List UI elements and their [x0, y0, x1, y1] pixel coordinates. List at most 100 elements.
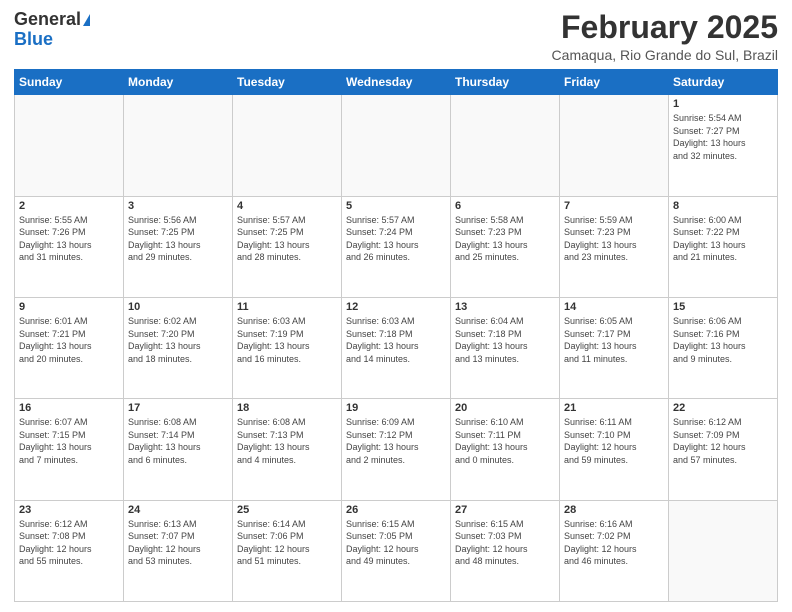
week-row-0: 1 Sunrise: 5:54 AMSunset: 7:27 PMDaylight… — [15, 95, 778, 196]
day-info: Sunrise: 5:54 AMSunset: 7:27 PMDaylight:… — [673, 112, 773, 162]
day-cell: 23 Sunrise: 6:12 AMSunset: 7:08 PMDayligh… — [15, 500, 124, 601]
day-number: 23 — [19, 504, 119, 516]
title-block: February 2025 Camaqua, Rio Grande do Sul… — [552, 10, 778, 63]
day-cell: 22 Sunrise: 6:12 AMSunset: 7:09 PMDayligh… — [669, 399, 778, 500]
day-number: 5 — [346, 200, 446, 212]
day-cell: 25 Sunrise: 6:14 AMSunset: 7:06 PMDayligh… — [233, 500, 342, 601]
day-info: Sunrise: 6:08 AMSunset: 7:13 PMDaylight:… — [237, 416, 337, 466]
day-info: Sunrise: 5:57 AMSunset: 7:25 PMDaylight:… — [237, 214, 337, 264]
day-cell: 20 Sunrise: 6:10 AMSunset: 7:11 PMDayligh… — [451, 399, 560, 500]
day-cell — [233, 95, 342, 196]
day-cell: 13Sunrise: 6:04 AMSunset: 7:18 PMDayligh… — [451, 297, 560, 398]
day-number: 8 — [673, 200, 773, 212]
page: General Blue February 2025 Camaqua, Rio … — [0, 0, 792, 612]
day-info: Sunrise: 6:15 AMSunset: 7:03 PMDaylight:… — [455, 518, 555, 568]
logo-triangle-icon — [83, 14, 90, 26]
day-info: Sunrise: 6:00 AMSunset: 7:22 PMDaylight:… — [673, 214, 773, 264]
day-cell — [451, 95, 560, 196]
weekday-monday: Monday — [124, 70, 233, 95]
week-row-3: 16 Sunrise: 6:07 AMSunset: 7:15 PMDayligh… — [15, 399, 778, 500]
day-number: 21 — [564, 402, 664, 414]
day-cell: 18 Sunrise: 6:08 AMSunset: 7:13 PMDayligh… — [233, 399, 342, 500]
day-number: 20 — [455, 402, 555, 414]
day-number: 1 — [673, 98, 773, 110]
day-cell: 21 Sunrise: 6:11 AMSunset: 7:10 PMDayligh… — [560, 399, 669, 500]
day-info: Sunrise: 5:56 AMSunset: 7:25 PMDaylight:… — [128, 214, 228, 264]
day-number: 26 — [346, 504, 446, 516]
day-info: Sunrise: 6:12 AMSunset: 7:09 PMDaylight:… — [673, 416, 773, 466]
day-number: 25 — [237, 504, 337, 516]
day-info: Sunrise: 6:11 AMSunset: 7:10 PMDaylight:… — [564, 416, 664, 466]
weekday-thursday: Thursday — [451, 70, 560, 95]
day-cell: 24Sunrise: 6:13 AMSunset: 7:07 PMDayligh… — [124, 500, 233, 601]
day-cell — [124, 95, 233, 196]
day-info: Sunrise: 6:07 AMSunset: 7:15 PMDaylight:… — [19, 416, 119, 466]
day-info: Sunrise: 5:58 AMSunset: 7:23 PMDaylight:… — [455, 214, 555, 264]
day-number: 3 — [128, 200, 228, 212]
week-row-2: 9 Sunrise: 6:01 AMSunset: 7:21 PMDaylight… — [15, 297, 778, 398]
day-cell: 14Sunrise: 6:05 AMSunset: 7:17 PMDayligh… — [560, 297, 669, 398]
logo-general: General — [14, 9, 81, 29]
day-info: Sunrise: 6:14 AMSunset: 7:06 PMDaylight:… — [237, 518, 337, 568]
day-cell: 17 Sunrise: 6:08 AMSunset: 7:14 PMDayligh… — [124, 399, 233, 500]
logo-line2: Blue — [14, 30, 53, 50]
weekday-wednesday: Wednesday — [342, 70, 451, 95]
day-cell: 5 Sunrise: 5:57 AMSunset: 7:24 PMDaylight… — [342, 196, 451, 297]
day-info: Sunrise: 6:06 AMSunset: 7:16 PMDaylight:… — [673, 315, 773, 365]
day-number: 27 — [455, 504, 555, 516]
day-cell: 3 Sunrise: 5:56 AMSunset: 7:25 PMDaylight… — [124, 196, 233, 297]
logo: General Blue — [14, 10, 90, 50]
day-cell: 26 Sunrise: 6:15 AMSunset: 7:05 PMDayligh… — [342, 500, 451, 601]
day-cell: 1 Sunrise: 5:54 AMSunset: 7:27 PMDaylight… — [669, 95, 778, 196]
day-number: 28 — [564, 504, 664, 516]
calendar-table: SundayMondayTuesdayWednesdayThursdayFrid… — [14, 69, 778, 602]
location-title: Camaqua, Rio Grande do Sul, Brazil — [552, 47, 778, 63]
day-info: Sunrise: 5:57 AMSunset: 7:24 PMDaylight:… — [346, 214, 446, 264]
logo-line1: General — [14, 10, 90, 30]
weekday-saturday: Saturday — [669, 70, 778, 95]
day-cell — [669, 500, 778, 601]
day-number: 22 — [673, 402, 773, 414]
day-cell: 2Sunrise: 5:55 AMSunset: 7:26 PMDaylight… — [15, 196, 124, 297]
day-info: Sunrise: 6:03 AMSunset: 7:19 PMDaylight:… — [237, 315, 337, 365]
day-cell: 6 Sunrise: 5:58 AMSunset: 7:23 PMDaylight… — [451, 196, 560, 297]
day-number: 18 — [237, 402, 337, 414]
day-number: 4 — [237, 200, 337, 212]
day-number: 9 — [19, 301, 119, 313]
day-cell — [560, 95, 669, 196]
week-row-1: 2Sunrise: 5:55 AMSunset: 7:26 PMDaylight… — [15, 196, 778, 297]
day-cell — [342, 95, 451, 196]
day-info: Sunrise: 6:09 AMSunset: 7:12 PMDaylight:… — [346, 416, 446, 466]
weekday-sunday: Sunday — [15, 70, 124, 95]
day-number: 6 — [455, 200, 555, 212]
day-cell: 9 Sunrise: 6:01 AMSunset: 7:21 PMDaylight… — [15, 297, 124, 398]
weekday-tuesday: Tuesday — [233, 70, 342, 95]
weekday-header-row: SundayMondayTuesdayWednesdayThursdayFrid… — [15, 70, 778, 95]
day-info: Sunrise: 5:59 AMSunset: 7:23 PMDaylight:… — [564, 214, 664, 264]
day-info: Sunrise: 6:12 AMSunset: 7:08 PMDaylight:… — [19, 518, 119, 568]
day-cell: 27 Sunrise: 6:15 AMSunset: 7:03 PMDayligh… — [451, 500, 560, 601]
day-cell: 12Sunrise: 6:03 AMSunset: 7:18 PMDayligh… — [342, 297, 451, 398]
day-number: 17 — [128, 402, 228, 414]
day-info: Sunrise: 6:02 AMSunset: 7:20 PMDaylight:… — [128, 315, 228, 365]
day-number: 15 — [673, 301, 773, 313]
day-number: 11 — [237, 301, 337, 313]
day-number: 10 — [128, 301, 228, 313]
day-cell: 28 Sunrise: 6:16 AMSunset: 7:02 PMDayligh… — [560, 500, 669, 601]
header: General Blue February 2025 Camaqua, Rio … — [14, 10, 778, 63]
day-cell: 11 Sunrise: 6:03 AMSunset: 7:19 PMDayligh… — [233, 297, 342, 398]
day-info: Sunrise: 6:10 AMSunset: 7:11 PMDaylight:… — [455, 416, 555, 466]
day-info: Sunrise: 6:08 AMSunset: 7:14 PMDaylight:… — [128, 416, 228, 466]
day-number: 2 — [19, 200, 119, 212]
day-info: Sunrise: 6:16 AMSunset: 7:02 PMDaylight:… — [564, 518, 664, 568]
day-info: Sunrise: 6:04 AMSunset: 7:18 PMDaylight:… — [455, 315, 555, 365]
day-number: 16 — [19, 402, 119, 414]
day-number: 19 — [346, 402, 446, 414]
day-cell — [15, 95, 124, 196]
day-number: 12 — [346, 301, 446, 313]
day-info: Sunrise: 6:15 AMSunset: 7:05 PMDaylight:… — [346, 518, 446, 568]
day-info: Sunrise: 6:05 AMSunset: 7:17 PMDaylight:… — [564, 315, 664, 365]
month-title: February 2025 — [552, 10, 778, 45]
day-info: Sunrise: 6:01 AMSunset: 7:21 PMDaylight:… — [19, 315, 119, 365]
day-cell: 10 Sunrise: 6:02 AMSunset: 7:20 PMDayligh… — [124, 297, 233, 398]
